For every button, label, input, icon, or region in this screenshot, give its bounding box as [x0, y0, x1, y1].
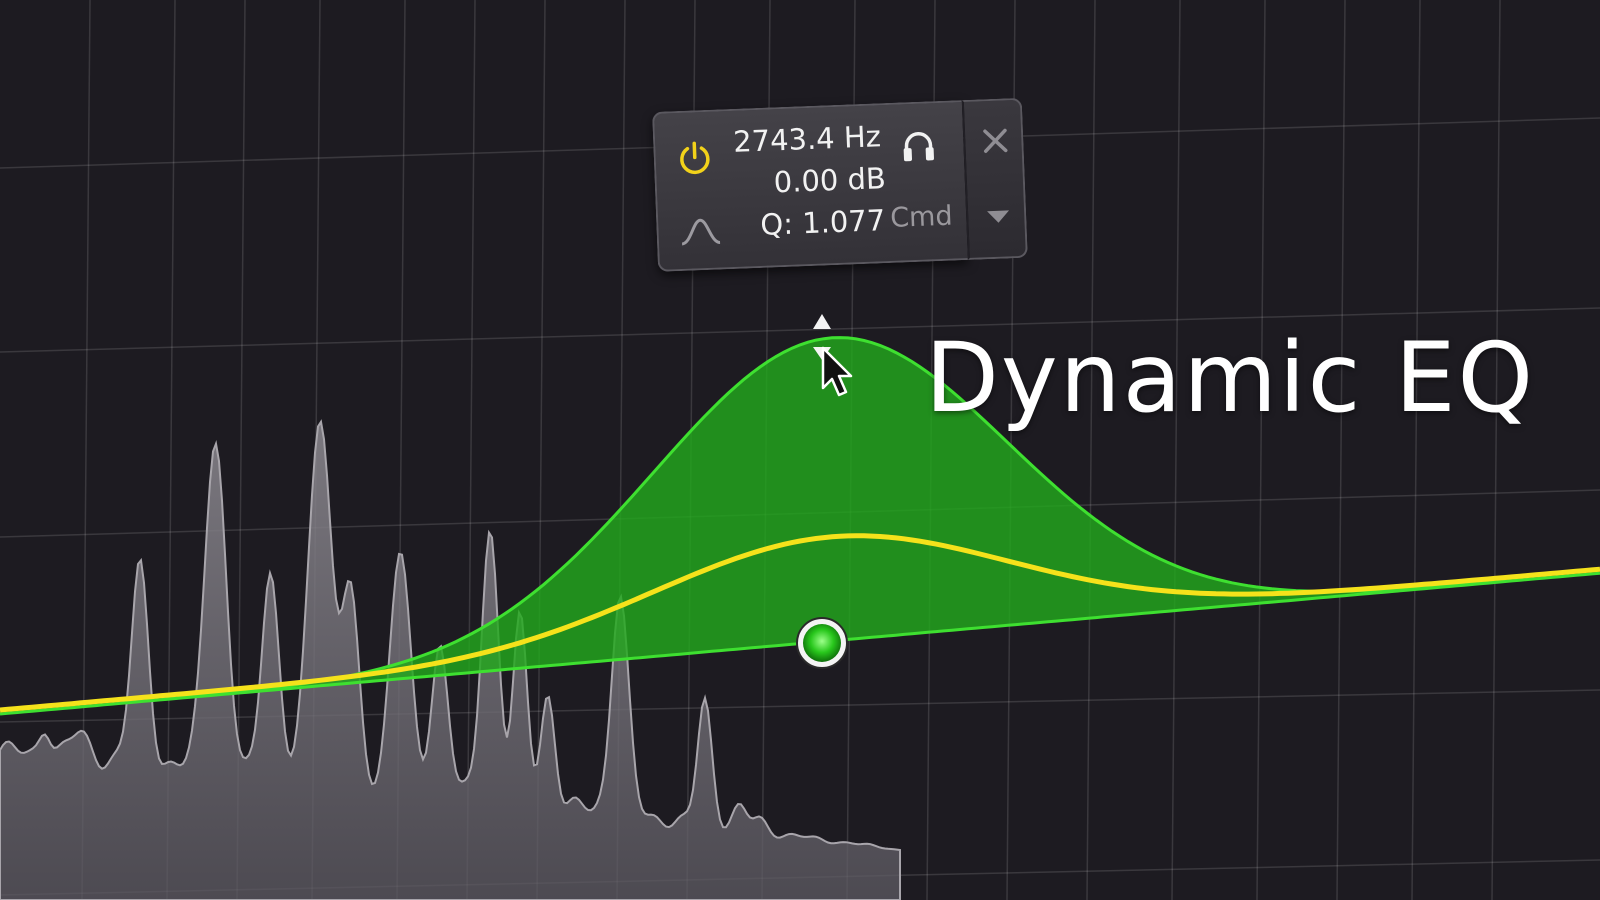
- power-icon[interactable]: [677, 140, 712, 175]
- band-panel-side: [961, 97, 1028, 260]
- bell-shape-icon[interactable]: [680, 216, 721, 246]
- dropdown-icon[interactable]: [986, 208, 1011, 225]
- band-parameter-panel: 2743.4 Hz 0.00 dB Q: 1.077 Cmd: [652, 97, 1028, 272]
- modifier-hint: Cmd: [889, 200, 954, 234]
- gain-up-arrow[interactable]: [813, 314, 831, 329]
- eq-band-node[interactable]: [796, 617, 848, 669]
- headphones-icon[interactable]: [900, 127, 937, 164]
- frequency-value[interactable]: 2743.4 Hz: [733, 119, 882, 159]
- overlay-title: Dynamic EQ: [925, 322, 1536, 434]
- q-value[interactable]: Q: 1.077: [760, 203, 886, 242]
- gain-value[interactable]: 0.00 dB: [773, 161, 886, 199]
- band-parameter-values: 2743.4 Hz 0.00 dB Q: 1.077 Cmd: [652, 100, 968, 272]
- close-icon[interactable]: [981, 126, 1010, 155]
